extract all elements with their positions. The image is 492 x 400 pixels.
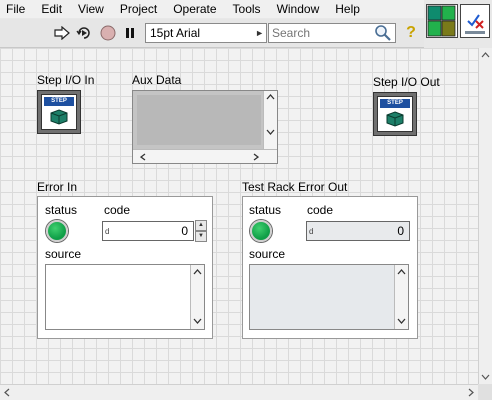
- step-io-in-control[interactable]: STEP: [37, 90, 81, 134]
- error-out-label: Test Rack Error Out: [242, 180, 348, 194]
- search-icon[interactable]: [373, 24, 393, 42]
- run-continuously-icon: [76, 27, 90, 39]
- step-tag: STEP: [380, 99, 410, 108]
- code-value: 0: [181, 224, 188, 238]
- scroll-corner: [478, 384, 492, 400]
- vi-grid-icon: [427, 5, 456, 37]
- radix-indicator: d: [309, 227, 314, 236]
- code-control[interactable]: d 0: [102, 221, 194, 241]
- menu-help[interactable]: Help: [327, 0, 368, 18]
- status-led: [250, 220, 272, 242]
- menu-window[interactable]: Window: [269, 0, 328, 18]
- chevron-left-icon: [140, 153, 146, 161]
- step-tag: STEP: [44, 97, 74, 106]
- cube-icon: [386, 111, 404, 127]
- font-select-value: 15pt Arial: [150, 26, 201, 40]
- abort-button[interactable]: [98, 23, 118, 43]
- cube-icon: [50, 109, 68, 125]
- context-help-button[interactable]: ?: [402, 23, 420, 43]
- chevron-down-icon: [266, 129, 275, 135]
- step-io-in-face: STEP: [41, 94, 77, 130]
- chevron-up-icon: [193, 269, 202, 275]
- step-io-out-face: STEP: [377, 96, 413, 132]
- search-box: [268, 23, 396, 43]
- chevron-right-icon: [253, 153, 259, 161]
- toolbar: 15pt Arial ► ?: [0, 19, 424, 48]
- menu-file[interactable]: File: [0, 0, 33, 18]
- run-button[interactable]: [52, 23, 72, 43]
- source-label: source: [45, 247, 82, 261]
- source-indicator: [249, 264, 409, 330]
- code-value: 0: [397, 224, 404, 238]
- font-select[interactable]: 15pt Arial ►: [145, 23, 267, 43]
- stop-icon: [100, 25, 116, 41]
- error-in-cluster: status code d 0 ▲ ▼ source: [37, 196, 213, 339]
- code-label: code: [307, 203, 334, 217]
- source-scrollbar[interactable]: [190, 265, 204, 329]
- radix-indicator: d: [105, 227, 110, 236]
- step-io-out-label: Step I/O Out: [373, 75, 440, 89]
- chevron-up-icon: [266, 94, 275, 100]
- decrement-arrow-icon[interactable]: ▼: [195, 231, 207, 242]
- source-label: source: [249, 247, 286, 261]
- menu-tools[interactable]: Tools: [225, 0, 269, 18]
- vertical-scrollbar[interactable]: [478, 48, 492, 384]
- status-label: status: [249, 203, 282, 217]
- code-indicator: d 0: [306, 221, 410, 241]
- menu-edit[interactable]: Edit: [33, 0, 70, 18]
- pause-button[interactable]: [120, 23, 140, 43]
- status-led[interactable]: [46, 220, 68, 242]
- status-label: status: [45, 203, 78, 217]
- chevron-down-icon: [193, 318, 202, 324]
- run-continuously-button[interactable]: [74, 23, 94, 43]
- scroll-left-icon[interactable]: [4, 388, 10, 397]
- connector-pane-icon: [461, 5, 489, 37]
- aux-data-label: Aux Data: [132, 73, 182, 87]
- increment-arrow-icon[interactable]: ▲: [195, 220, 207, 231]
- menu-bar: File Edit View Project Operate Tools Win…: [0, 0, 424, 18]
- code-label: code: [104, 203, 131, 217]
- aux-data-array[interactable]: [132, 90, 278, 164]
- source-input[interactable]: [45, 264, 205, 330]
- vi-icon[interactable]: [426, 4, 458, 38]
- horizontal-scrollbar[interactable]: [0, 384, 478, 400]
- chevron-up-icon: [397, 269, 406, 275]
- scroll-up-icon[interactable]: [481, 52, 490, 58]
- source-scrollbar[interactable]: [394, 265, 408, 329]
- menu-project[interactable]: Project: [112, 0, 165, 18]
- aux-horizontal-scrollbar[interactable]: [133, 149, 277, 163]
- step-io-out-indicator[interactable]: STEP: [373, 92, 417, 136]
- error-in-label: Error In: [37, 180, 78, 194]
- code-increment-decrement[interactable]: ▲ ▼: [195, 220, 207, 242]
- search-input[interactable]: [269, 24, 369, 42]
- connector-pane[interactable]: [460, 4, 490, 38]
- aux-data-element[interactable]: [137, 95, 261, 145]
- chevron-down-icon: [397, 318, 406, 324]
- run-arrow-icon: [54, 26, 70, 40]
- menu-view[interactable]: View: [70, 0, 112, 18]
- step-io-in-label: Step I/O In: [37, 73, 95, 87]
- menu-operate[interactable]: Operate: [165, 0, 224, 18]
- error-out-cluster: status code d 0 source: [242, 196, 418, 339]
- pause-icon: [126, 28, 134, 38]
- scroll-right-icon[interactable]: [468, 388, 474, 397]
- dropdown-arrow-icon: ►: [255, 28, 264, 38]
- aux-vertical-scrollbar[interactable]: [263, 91, 277, 149]
- scroll-down-icon[interactable]: [481, 374, 490, 380]
